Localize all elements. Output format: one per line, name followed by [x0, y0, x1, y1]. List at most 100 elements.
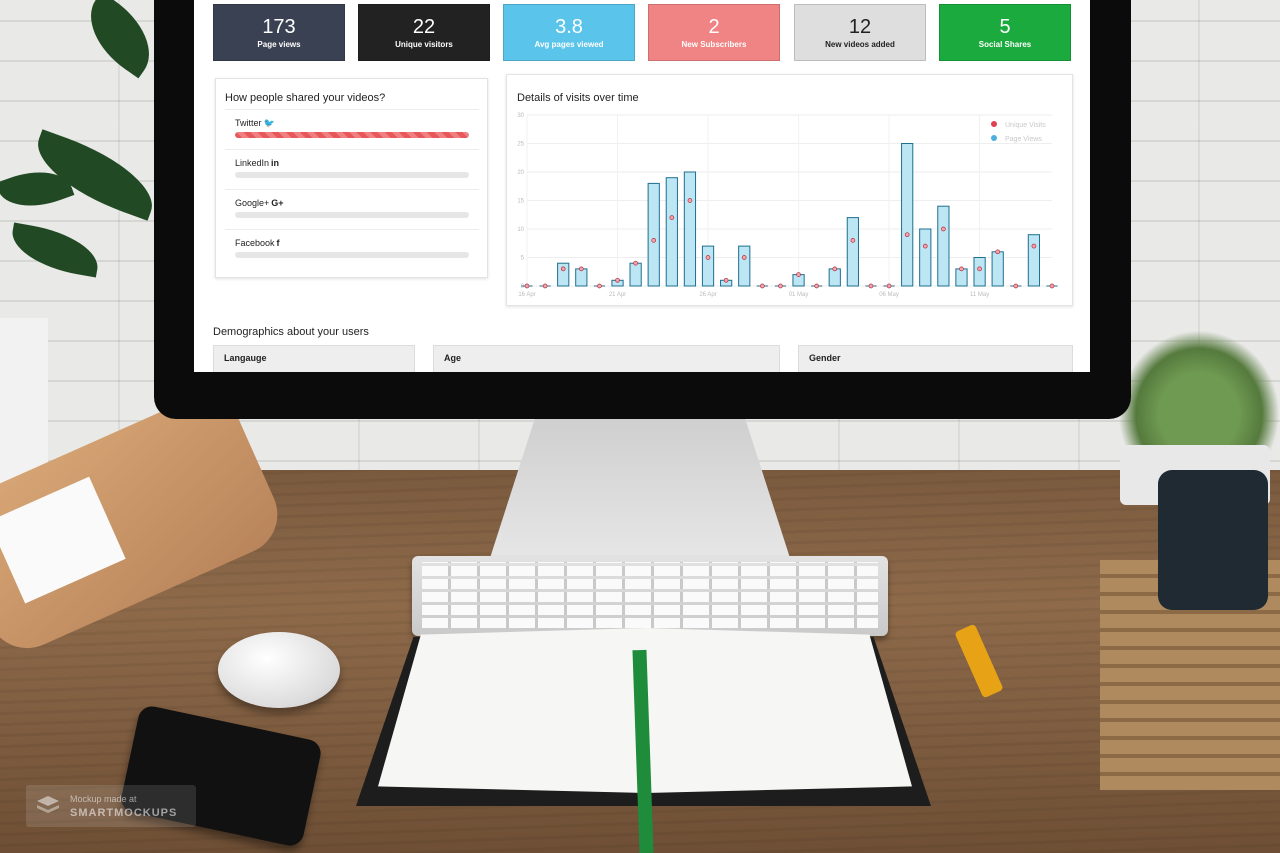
- age-column-header: Age: [433, 345, 780, 372]
- language-label: Langauge: [224, 353, 267, 363]
- gender-column-header: Gender: [798, 345, 1073, 372]
- y-tick-label: 20: [517, 170, 524, 176]
- share-row-label: Twitter 🐦: [235, 118, 275, 129]
- unique-visits-point: [850, 238, 856, 243]
- unique-visits-point: [995, 249, 1001, 255]
- page-views-bar: [738, 245, 751, 287]
- page-views-bar: [919, 228, 932, 287]
- stat-tile-2: 3.8 Avg pages viewed: [503, 4, 635, 61]
- x-tick-label: 26 Apr: [699, 292, 716, 298]
- legend-swatch: [991, 121, 997, 127]
- stat-label: New videos added: [825, 40, 895, 49]
- unique-visits-point: [922, 243, 928, 249]
- unique-visits-point: [597, 283, 602, 289]
- monitor-stand: [490, 418, 790, 558]
- stat-tile-4: 12 New videos added: [794, 4, 926, 61]
- unique-visits-point: [832, 266, 838, 272]
- facebook-icon: f: [276, 238, 280, 248]
- share-progress-bar: [235, 172, 469, 178]
- share-row-facebook: Facebook f: [225, 229, 479, 269]
- y-tick-label: 10: [517, 227, 524, 233]
- legend-label: Unique Visits: [1005, 122, 1046, 129]
- legend-swatch: [991, 135, 997, 141]
- visits-chart: 0 5 10 15 20 25 30 16 Apr 21 Apr 26 Apr 01 May 06 M…: [517, 113, 1058, 298]
- unique-visits-point: [959, 266, 964, 272]
- stat-label: Unique visitors: [395, 40, 453, 49]
- stat-tile-0: 173 Page views: [213, 4, 345, 61]
- google-plus-icon: G+: [271, 198, 284, 208]
- page-views-bar: [937, 205, 950, 287]
- x-tick-label: 16 Apr: [518, 292, 535, 298]
- tape-dispenser: [1158, 470, 1268, 610]
- unique-visits-point: [778, 283, 783, 289]
- y-tick-label: 30: [517, 113, 524, 119]
- page-views-bar: [665, 177, 678, 287]
- page-views-bar: [629, 262, 642, 287]
- stat-value: 5: [999, 16, 1011, 38]
- x-tick-label: 21 Apr: [609, 292, 626, 298]
- unique-visits-point: [651, 238, 657, 243]
- share-row-linkedin: LinkedIn in: [225, 149, 479, 189]
- stat-label: Page views: [257, 40, 301, 49]
- unique-visits-point: [542, 283, 548, 289]
- unique-visits-point: [796, 272, 801, 277]
- unique-visits-point: [814, 283, 820, 289]
- notebook-right-page: [646, 628, 912, 793]
- stat-value: 3.8: [555, 16, 583, 38]
- unique-visits-point: [741, 255, 747, 260]
- share-row-twitter: Twitter 🐦: [225, 109, 479, 149]
- page-views-bar: [575, 268, 588, 287]
- keyboard: [412, 556, 888, 636]
- x-tick-label: 06 May: [879, 292, 899, 298]
- share-progress-bar: [235, 212, 469, 218]
- demographics-title: Demographics about your users: [213, 326, 369, 338]
- visits-chart-card: Details of visits over time 0 5 10 15 20 25 30…: [506, 74, 1073, 306]
- unique-visits-point: [723, 277, 729, 283]
- unique-visits-point: [941, 226, 946, 232]
- mouse: [218, 632, 340, 708]
- gender-label: Gender: [809, 353, 841, 363]
- stat-tile-5: 5 Social Shares: [939, 4, 1071, 61]
- watermark: Mockup made at SMARTMOCKUPS: [26, 785, 196, 827]
- page-views-bar: [973, 257, 986, 287]
- share-row-label: LinkedIn in: [235, 158, 279, 168]
- share-progress-bar: [235, 252, 469, 258]
- y-tick-label: 25: [517, 142, 524, 148]
- stat-value: 173: [262, 16, 296, 38]
- dashboard-screen: 173 Page views 22 Unique visitors 3.8 Avg pag…: [194, 0, 1090, 372]
- watermark-line1: Mockup made at: [70, 794, 137, 804]
- stat-label: New Subscribers: [681, 40, 747, 49]
- y-tick-label: 5: [521, 256, 525, 262]
- unique-visits-point: [669, 215, 675, 220]
- page-views-bar: [647, 182, 660, 287]
- unique-visits-point: [633, 260, 638, 266]
- unique-visits-point: [868, 283, 874, 289]
- page-views-bar: [846, 217, 859, 287]
- age-label: Age: [444, 353, 462, 363]
- x-tick-label: 01 May: [789, 292, 809, 298]
- stat-label: Social Shares: [978, 40, 1032, 49]
- share-row-google: Google+ G+: [225, 189, 479, 229]
- unique-visits-point: [705, 255, 711, 260]
- page-views-bar: [991, 251, 1004, 287]
- page-views-bar: [955, 268, 968, 287]
- page-views-bar: [1027, 234, 1041, 287]
- share-row-label: Google+ G+: [235, 198, 284, 208]
- linkedin-icon: in: [271, 158, 280, 168]
- unique-visits-point: [615, 277, 620, 283]
- page-views-bar: [701, 245, 715, 287]
- unique-visits-point: [687, 198, 693, 203]
- language-column-header: Langauge: [213, 345, 415, 372]
- twitter-icon: 🐦: [263, 118, 275, 128]
- share-network-name: Twitter: [235, 118, 262, 128]
- stat-value: 22: [412, 16, 436, 38]
- unique-visits-point: [560, 266, 566, 272]
- share-row-label: Facebook f: [235, 238, 280, 248]
- share-network-name: LinkedIn: [235, 158, 270, 168]
- sharing-card: How people shared your videos? Twitter 🐦 L…: [215, 78, 488, 278]
- unique-visits-point: [578, 266, 584, 272]
- legend-label: Page Views: [1005, 136, 1042, 143]
- stat-tile-1: 22 Unique visitors: [358, 4, 490, 61]
- page-views-bar: [828, 268, 841, 287]
- unique-visits-point: [886, 283, 892, 289]
